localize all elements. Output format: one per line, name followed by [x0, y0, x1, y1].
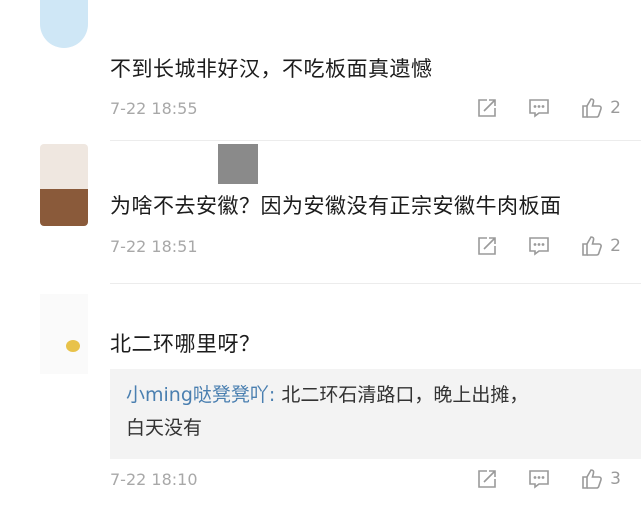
- share-button[interactable]: [476, 235, 498, 257]
- comment-date: 7-22 18:55: [110, 99, 198, 118]
- avatar[interactable]: [40, 144, 88, 226]
- reply-preview[interactable]: 小ming哒凳凳吖: 北二环石清路口，晚上出摊， 白天没有: [110, 369, 641, 459]
- comment-actions: 3: [476, 467, 621, 491]
- comment-date: 7-22 18:10: [110, 470, 198, 489]
- like-count: 3: [610, 469, 621, 489]
- reply-text: 北二环石清路口，晚上出摊，: [275, 384, 529, 406]
- comment-icon: [529, 470, 549, 489]
- comment-actions: 2: [476, 96, 621, 120]
- comment-1: 不到长城非好汉，不吃板面真遗憾 7-22 18:55 2: [0, 0, 641, 140]
- share-icon: [478, 99, 496, 117]
- avatar[interactable]: [40, 294, 88, 374]
- avatar[interactable]: [40, 0, 88, 48]
- share-icon: [478, 470, 496, 488]
- reply-line-1: 小ming哒凳凳吖: 北二环石清路口，晚上出摊，: [126, 379, 632, 412]
- comment-date: 7-22 18:51: [110, 237, 198, 256]
- comment-icon: [529, 237, 549, 256]
- like-button[interactable]: 3: [580, 467, 621, 491]
- share-button[interactable]: [476, 97, 498, 119]
- comment-actions: 2: [476, 234, 621, 258]
- share-button[interactable]: [476, 468, 498, 490]
- reply-button[interactable]: [528, 97, 550, 119]
- thumbs-up-icon: [582, 469, 603, 489]
- share-icon: [478, 237, 496, 255]
- reply-button[interactable]: [528, 468, 550, 490]
- reply-text-continued: 白天没有: [126, 417, 203, 439]
- like-button[interactable]: 2: [580, 234, 621, 258]
- like-button[interactable]: 2: [580, 96, 621, 120]
- badge-image: [218, 144, 258, 184]
- comment-text: 北二环哪里呀？: [110, 332, 261, 356]
- comment-text: 不到长城非好汉，不吃板面真遗憾: [110, 57, 433, 81]
- reply-button[interactable]: [528, 235, 550, 257]
- comment-2: 为啥不去安徽？因为安徽没有正宗安徽牛肉板面 7-22 18:51 2: [0, 141, 641, 281]
- like-count: 2: [610, 236, 621, 256]
- comment-text: 为啥不去安徽？因为安徽没有正宗安徽牛肉板面: [110, 194, 562, 218]
- thumbs-up-icon: [582, 98, 603, 118]
- comment-icon: [529, 99, 549, 118]
- reply-username[interactable]: 小ming哒凳凳吖:: [126, 384, 275, 406]
- thumbs-up-icon: [582, 236, 603, 256]
- comment-3: 北二环哪里呀？ 小ming哒凳凳吖: 北二环石清路口，晚上出摊， 白天没有 7-…: [0, 284, 641, 512]
- like-count: 2: [610, 98, 621, 118]
